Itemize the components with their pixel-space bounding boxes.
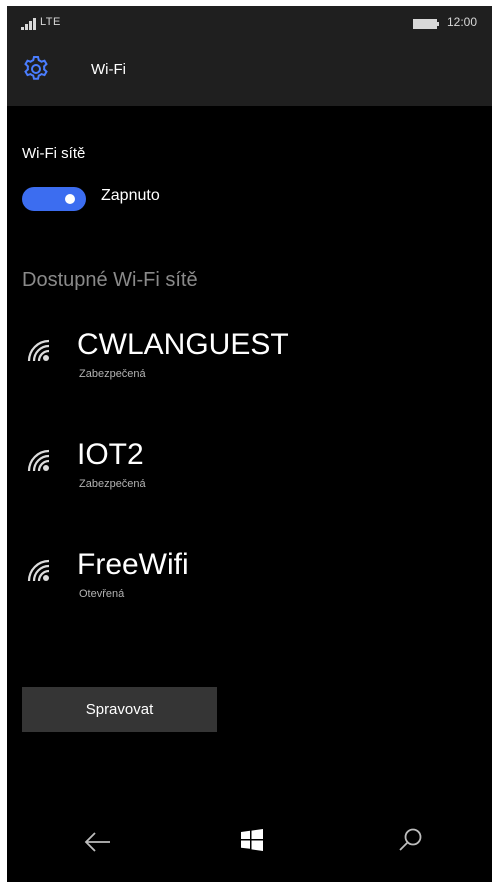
network-name: FreeWifi [77, 548, 189, 581]
network-type-label: LTE [40, 16, 61, 28]
wifi-signal-icon [27, 339, 50, 362]
network-name: IOT2 [77, 438, 144, 471]
windows-logo-icon[interactable] [241, 829, 263, 851]
wifi-toggle-state: Zapnuto [101, 187, 160, 204]
page-title: Wi-Fi [91, 61, 126, 78]
toggle-knob [65, 194, 75, 204]
wifi-networks-label: Wi-Fi sítě [22, 145, 86, 162]
phone-screen: LTE 12:00 Wi-Fi Wi-Fi sítě Zapnuto Dostu… [7, 6, 492, 882]
wifi-toggle[interactable] [22, 187, 86, 211]
wifi-signal-icon [27, 449, 50, 472]
network-security-status: Otevřená [79, 588, 125, 600]
manage-button[interactable]: Spravovat [22, 687, 217, 732]
available-networks-heading: Dostupné Wi-Fi sítě [22, 269, 198, 291]
search-icon[interactable] [398, 827, 424, 853]
battery-icon [413, 19, 439, 29]
network-item-freewifi[interactable]: FreeWifi Otevřená [7, 548, 492, 618]
signal-strength-icon [21, 18, 36, 30]
wifi-signal-icon [27, 559, 50, 582]
network-item-cwlanguest[interactable]: CWLANGUEST Zabezpečená [7, 328, 492, 398]
navigation-bar [7, 806, 492, 882]
network-item-iot2[interactable]: IOT2 Zabezpečená [7, 438, 492, 508]
back-arrow-icon[interactable] [84, 830, 112, 854]
page-header: Wi-Fi [7, 40, 492, 106]
gear-icon [24, 56, 48, 80]
network-security-status: Zabezpečená [79, 478, 146, 490]
status-bar: LTE 12:00 [7, 6, 492, 40]
clock: 12:00 [447, 15, 478, 29]
network-name: CWLANGUEST [77, 328, 289, 361]
network-security-status: Zabezpečená [79, 368, 146, 380]
